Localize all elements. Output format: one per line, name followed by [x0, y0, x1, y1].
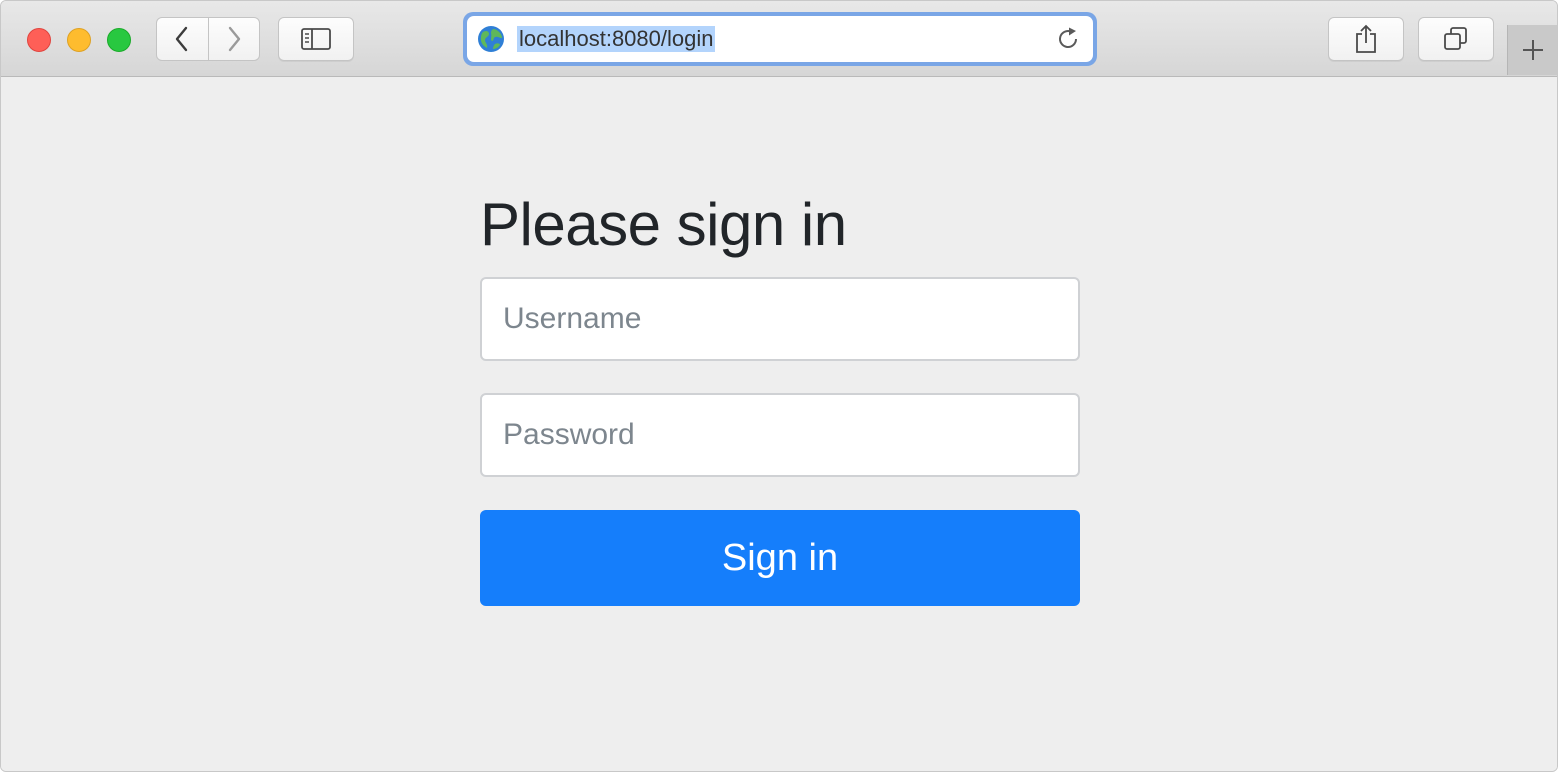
maximize-window-button[interactable]	[107, 28, 131, 52]
chevron-right-icon	[228, 26, 241, 52]
page-title: Please sign in	[480, 191, 847, 258]
tabs-icon	[1444, 27, 1467, 50]
login-form: Please sign in Sign in	[480, 190, 1080, 606]
navigation-buttons	[156, 17, 260, 61]
sign-in-button[interactable]: Sign in	[480, 510, 1080, 606]
share-icon	[1356, 24, 1376, 53]
sidebar-icon	[301, 28, 331, 50]
chevron-left-icon	[176, 26, 188, 52]
browser-toolbar: localhost:8080/login	[1, 1, 1557, 77]
share-button[interactable]	[1328, 17, 1404, 61]
close-window-button[interactable]	[27, 28, 51, 52]
browser-window: localhost:8080/login Please sign in User…	[0, 0, 1558, 772]
show-tabs-button[interactable]	[1418, 17, 1494, 61]
plus-icon	[1522, 40, 1543, 60]
password-input[interactable]	[480, 393, 1080, 477]
minimize-window-button[interactable]	[67, 28, 91, 52]
address-bar-field[interactable]: localhost:8080/login	[467, 16, 1093, 62]
globe-icon	[478, 26, 504, 52]
new-tab-button[interactable]	[1507, 25, 1557, 75]
sidebar-toggle-button[interactable]	[278, 17, 354, 61]
reload-icon[interactable]	[1055, 26, 1081, 52]
address-bar[interactable]: localhost:8080/login	[463, 12, 1097, 66]
username-input[interactable]	[480, 277, 1080, 361]
url-text[interactable]: localhost:8080/login	[517, 26, 716, 52]
back-button[interactable]	[157, 18, 208, 60]
page-content: Please sign in Sign in	[1, 78, 1557, 771]
forward-button[interactable]	[207, 18, 259, 60]
